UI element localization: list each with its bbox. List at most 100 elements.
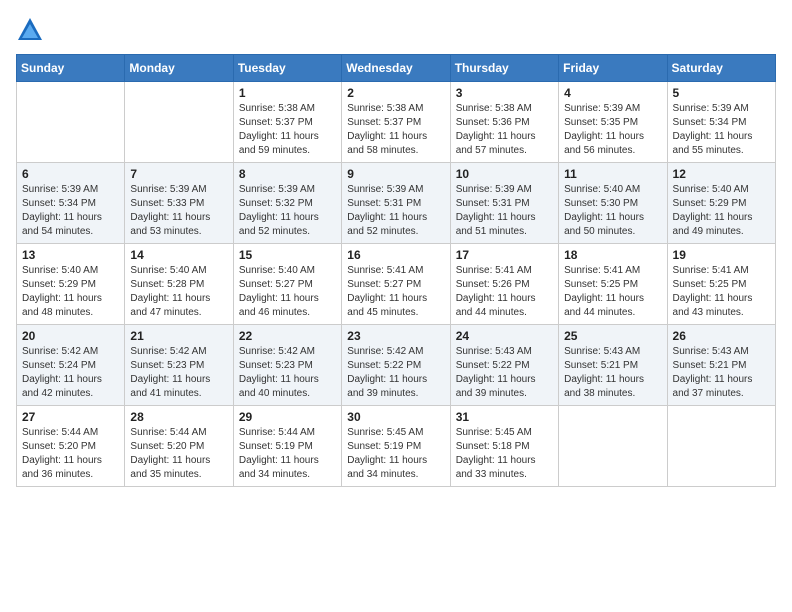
day-cell: 6 Sunrise: 5:39 AM Sunset: 5:34 PM Daylig… [17,163,125,244]
day-cell: 7 Sunrise: 5:39 AM Sunset: 5:33 PM Daylig… [125,163,233,244]
day-cell: 25 Sunrise: 5:43 AM Sunset: 5:21 PM Dayli… [559,325,667,406]
day-cell: 26 Sunrise: 5:43 AM Sunset: 5:21 PM Dayli… [667,325,775,406]
day-number: 7 [130,167,227,181]
day-number: 23 [347,329,444,343]
day-cell: 28 Sunrise: 5:44 AM Sunset: 5:20 PM Dayli… [125,406,233,487]
day-info: Sunrise: 5:38 AM Sunset: 5:37 PM Dayligh… [239,102,336,158]
day-number: 20 [22,329,119,343]
week-row-3: 13 Sunrise: 5:40 AM Sunset: 5:29 PM Dayli… [17,244,776,325]
day-cell: 31Sunrise: 5:45 AM Sunset: 5:18 PM Dayli… [450,406,558,487]
day-number: 17 [456,248,553,262]
header-cell-sunday: Sunday [17,55,125,82]
day-cell: 18 Sunrise: 5:41 AM Sunset: 5:25 PM Dayli… [559,244,667,325]
day-number: 6 [22,167,119,181]
day-cell: 29 Sunrise: 5:44 AM Sunset: 5:19 PM Dayli… [233,406,341,487]
day-number: 27 [22,410,119,424]
day-number: 1 [239,86,336,100]
day-info: Sunrise: 5:40 AM Sunset: 5:30 PM Dayligh… [564,183,661,239]
day-info: Sunrise: 5:39 AM Sunset: 5:31 PM Dayligh… [347,183,444,239]
day-cell: 17Sunrise: 5:41 AM Sunset: 5:26 PM Dayli… [450,244,558,325]
header-cell-saturday: Saturday [667,55,775,82]
day-number: 21 [130,329,227,343]
day-cell: 23 Sunrise: 5:42 AM Sunset: 5:22 PM Dayli… [342,325,450,406]
day-number: 13 [22,248,119,262]
day-cell: 30Sunrise: 5:45 AM Sunset: 5:19 PM Dayli… [342,406,450,487]
day-number: 2 [347,86,444,100]
day-cell: 9 Sunrise: 5:39 AM Sunset: 5:31 PM Daylig… [342,163,450,244]
day-number: 3 [456,86,553,100]
day-cell [559,406,667,487]
day-info: Sunrise: 5:42 AM Sunset: 5:24 PM Dayligh… [22,345,119,401]
day-info: Sunrise: 5:39 AM Sunset: 5:31 PM Dayligh… [456,183,553,239]
day-info: Sunrise: 5:38 AM Sunset: 5:36 PM Dayligh… [456,102,553,158]
header-cell-monday: Monday [125,55,233,82]
day-info: Sunrise: 5:41 AM Sunset: 5:25 PM Dayligh… [673,264,770,320]
day-cell: 16 Sunrise: 5:41 AM Sunset: 5:27 PM Dayli… [342,244,450,325]
day-cell: 20 Sunrise: 5:42 AM Sunset: 5:24 PM Dayli… [17,325,125,406]
day-number: 18 [564,248,661,262]
page-header [16,16,776,44]
week-row-5: 27 Sunrise: 5:44 AM Sunset: 5:20 PM Dayli… [17,406,776,487]
day-number: 19 [673,248,770,262]
day-number: 16 [347,248,444,262]
day-number: 29 [239,410,336,424]
day-cell: 27 Sunrise: 5:44 AM Sunset: 5:20 PM Dayli… [17,406,125,487]
calendar-header: SundayMondayTuesdayWednesdayThursdayFrid… [17,55,776,82]
calendar-table: SundayMondayTuesdayWednesdayThursdayFrid… [16,54,776,487]
day-cell: 10 Sunrise: 5:39 AM Sunset: 5:31 PM Dayli… [450,163,558,244]
week-row-2: 6 Sunrise: 5:39 AM Sunset: 5:34 PM Daylig… [17,163,776,244]
day-cell: 19 Sunrise: 5:41 AM Sunset: 5:25 PM Dayli… [667,244,775,325]
day-number: 8 [239,167,336,181]
day-info: Sunrise: 5:40 AM Sunset: 5:27 PM Dayligh… [239,264,336,320]
day-info: Sunrise: 5:39 AM Sunset: 5:33 PM Dayligh… [130,183,227,239]
day-number: 10 [456,167,553,181]
day-number: 31 [456,410,553,424]
day-info: Sunrise: 5:41 AM Sunset: 5:27 PM Dayligh… [347,264,444,320]
day-number: 9 [347,167,444,181]
day-number: 26 [673,329,770,343]
day-info: Sunrise: 5:43 AM Sunset: 5:21 PM Dayligh… [673,345,770,401]
day-cell: 2 Sunrise: 5:38 AM Sunset: 5:37 PM Daylig… [342,82,450,163]
logo [16,16,48,44]
calendar-body: 1 Sunrise: 5:38 AM Sunset: 5:37 PM Daylig… [17,82,776,487]
day-cell: 15 Sunrise: 5:40 AM Sunset: 5:27 PM Dayli… [233,244,341,325]
day-number: 28 [130,410,227,424]
day-cell: 4 Sunrise: 5:39 AM Sunset: 5:35 PM Daylig… [559,82,667,163]
day-cell: 21 Sunrise: 5:42 AM Sunset: 5:23 PM Dayli… [125,325,233,406]
day-cell [125,82,233,163]
day-cell [17,82,125,163]
day-info: Sunrise: 5:39 AM Sunset: 5:35 PM Dayligh… [564,102,661,158]
day-info: Sunrise: 5:38 AM Sunset: 5:37 PM Dayligh… [347,102,444,158]
day-info: Sunrise: 5:43 AM Sunset: 5:21 PM Dayligh… [564,345,661,401]
day-number: 12 [673,167,770,181]
day-info: Sunrise: 5:40 AM Sunset: 5:29 PM Dayligh… [673,183,770,239]
day-number: 25 [564,329,661,343]
day-info: Sunrise: 5:39 AM Sunset: 5:34 PM Dayligh… [673,102,770,158]
week-row-1: 1 Sunrise: 5:38 AM Sunset: 5:37 PM Daylig… [17,82,776,163]
day-info: Sunrise: 5:42 AM Sunset: 5:22 PM Dayligh… [347,345,444,401]
day-info: Sunrise: 5:44 AM Sunset: 5:20 PM Dayligh… [22,426,119,482]
day-cell: 8 Sunrise: 5:39 AM Sunset: 5:32 PM Daylig… [233,163,341,244]
day-info: Sunrise: 5:43 AM Sunset: 5:22 PM Dayligh… [456,345,553,401]
header-cell-thursday: Thursday [450,55,558,82]
day-info: Sunrise: 5:44 AM Sunset: 5:20 PM Dayligh… [130,426,227,482]
day-info: Sunrise: 5:39 AM Sunset: 5:34 PM Dayligh… [22,183,119,239]
day-info: Sunrise: 5:42 AM Sunset: 5:23 PM Dayligh… [130,345,227,401]
day-number: 15 [239,248,336,262]
day-info: Sunrise: 5:40 AM Sunset: 5:29 PM Dayligh… [22,264,119,320]
day-info: Sunrise: 5:42 AM Sunset: 5:23 PM Dayligh… [239,345,336,401]
day-info: Sunrise: 5:41 AM Sunset: 5:25 PM Dayligh… [564,264,661,320]
day-info: Sunrise: 5:39 AM Sunset: 5:32 PM Dayligh… [239,183,336,239]
day-number: 22 [239,329,336,343]
day-cell: 1 Sunrise: 5:38 AM Sunset: 5:37 PM Daylig… [233,82,341,163]
header-cell-tuesday: Tuesday [233,55,341,82]
day-number: 4 [564,86,661,100]
day-cell: 14Sunrise: 5:40 AM Sunset: 5:28 PM Dayli… [125,244,233,325]
day-info: Sunrise: 5:44 AM Sunset: 5:19 PM Dayligh… [239,426,336,482]
day-cell: 12 Sunrise: 5:40 AM Sunset: 5:29 PM Dayli… [667,163,775,244]
day-info: Sunrise: 5:45 AM Sunset: 5:19 PM Dayligh… [347,426,444,482]
day-cell [667,406,775,487]
day-number: 14 [130,248,227,262]
header-row: SundayMondayTuesdayWednesdayThursdayFrid… [17,55,776,82]
day-cell: 3 Sunrise: 5:38 AM Sunset: 5:36 PM Daylig… [450,82,558,163]
